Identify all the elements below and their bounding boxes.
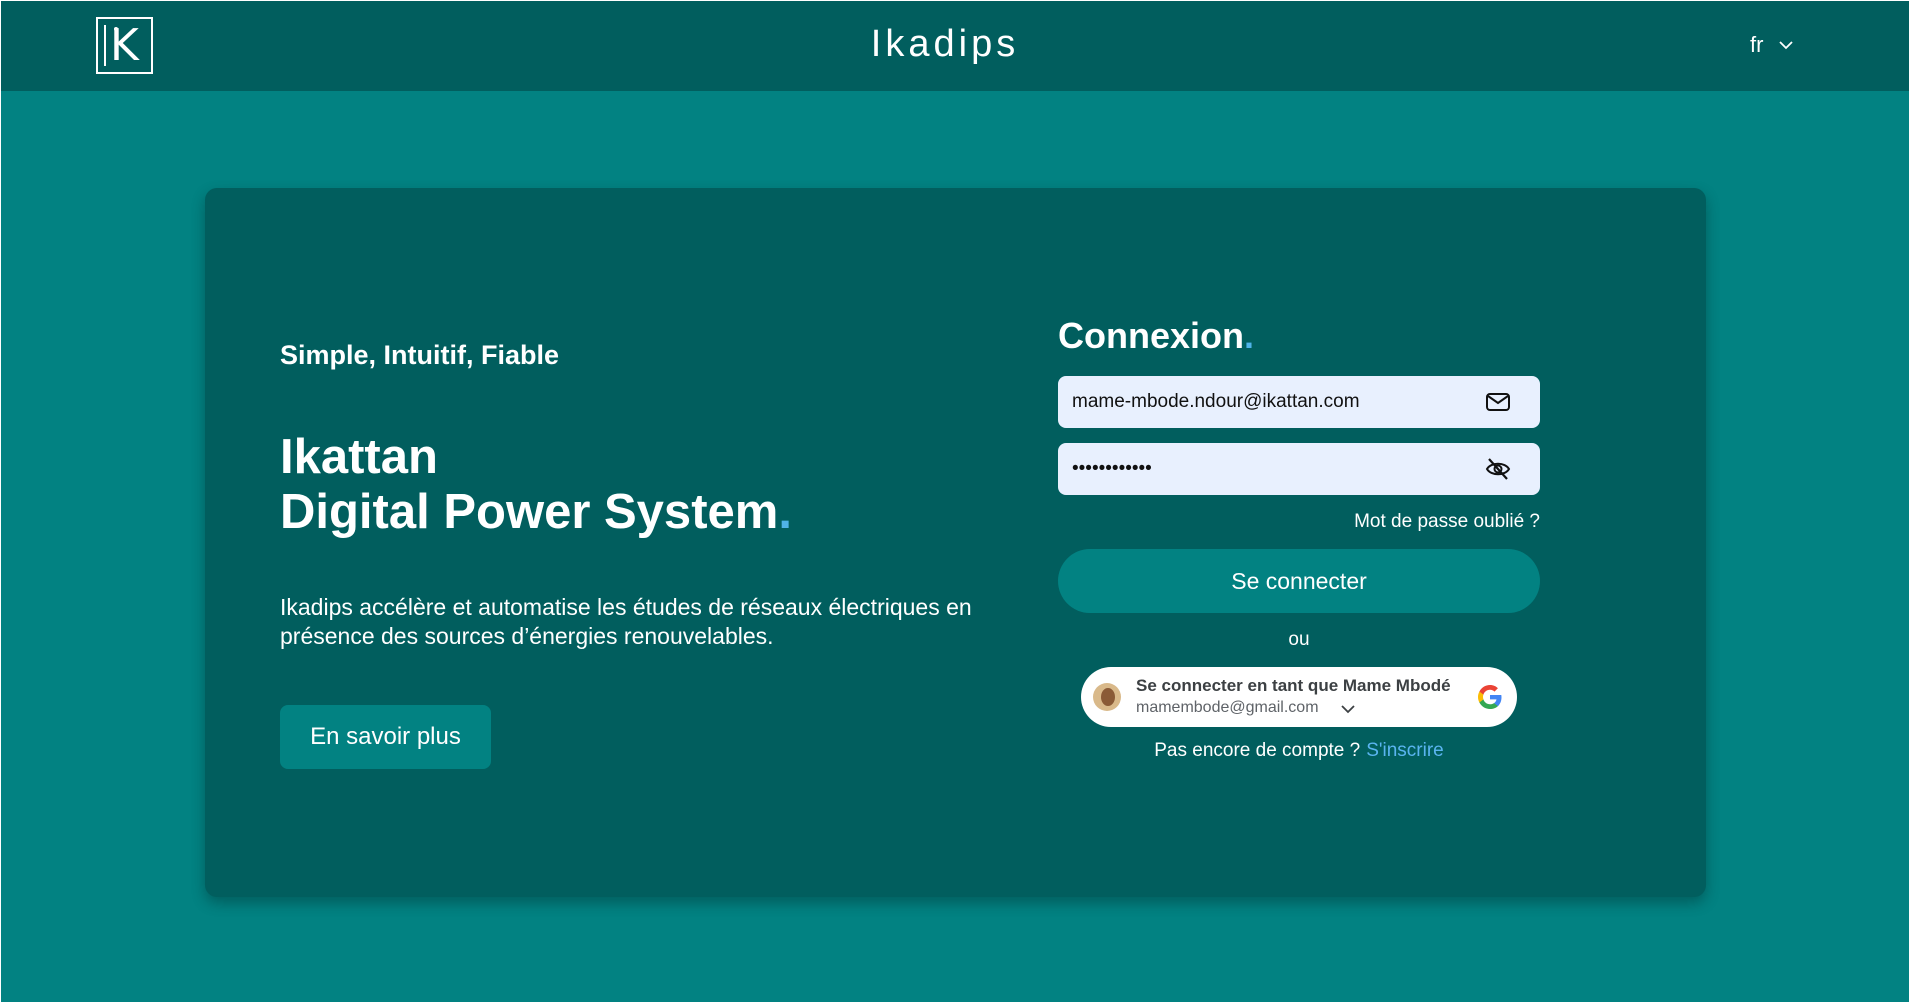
page: K Ikadips fr Simple, Intuitif, Fiable Ik… <box>0 0 1911 1003</box>
login-title: Connexion. <box>1058 315 1254 357</box>
google-icon <box>1478 685 1502 709</box>
signup-prompt: Pas encore de compte ? S'inscrire <box>1058 740 1540 762</box>
mail-icon <box>1486 393 1510 411</box>
email-input[interactable] <box>1072 376 1472 428</box>
hero-title-dot: . <box>778 485 792 539</box>
avatar <box>1093 683 1121 711</box>
language-selector[interactable]: fr <box>1750 32 1793 58</box>
chevron-down-icon <box>1779 41 1793 50</box>
learn-more-button[interactable]: En savoir plus <box>280 705 491 769</box>
chevron-down-icon[interactable] <box>1341 704 1355 714</box>
login-button[interactable]: Se connecter <box>1058 549 1540 613</box>
forgot-password-link[interactable]: Mot de passe oublié ? <box>1058 511 1540 533</box>
eye-off-icon[interactable] <box>1484 456 1512 482</box>
signup-link[interactable]: S'inscrire <box>1366 740 1444 761</box>
brand-title: Ikadips <box>870 23 1020 65</box>
top-header: K Ikadips fr <box>1 1 1909 91</box>
hero-description: Ikadips accélère et automatise les étude… <box>280 594 972 649</box>
google-account-email: mamembode@gmail.com <box>1136 699 1319 716</box>
or-separator: ou <box>1288 629 1310 650</box>
login-title-text: Connexion <box>1058 315 1244 356</box>
email-field <box>1058 376 1540 428</box>
login-title-dot: . <box>1244 315 1255 356</box>
app-viewport: K Ikadips fr Simple, Intuitif, Fiable Ik… <box>1 1 1909 1002</box>
password-input[interactable] <box>1072 443 1472 495</box>
language-label: fr <box>1750 32 1764 57</box>
signup-prompt-text: Pas encore de compte ? <box>1154 740 1361 761</box>
login-card: Simple, Intuitif, Fiable Ikattan Digital… <box>205 188 1706 897</box>
password-field <box>1058 443 1540 495</box>
hero-title-line1: Ikattan <box>280 430 438 484</box>
hero-title-line2: Digital Power System <box>280 485 779 539</box>
hero-title: Ikattan Digital Power System. <box>280 430 792 540</box>
tagline: Simple, Intuitif, Fiable <box>280 340 560 370</box>
google-account-name: Se connecter en tant que Mame Mbodé <box>1136 676 1451 695</box>
google-signin-button[interactable]: Se connecter en tant que Mame Mbodé mame… <box>1081 667 1517 727</box>
